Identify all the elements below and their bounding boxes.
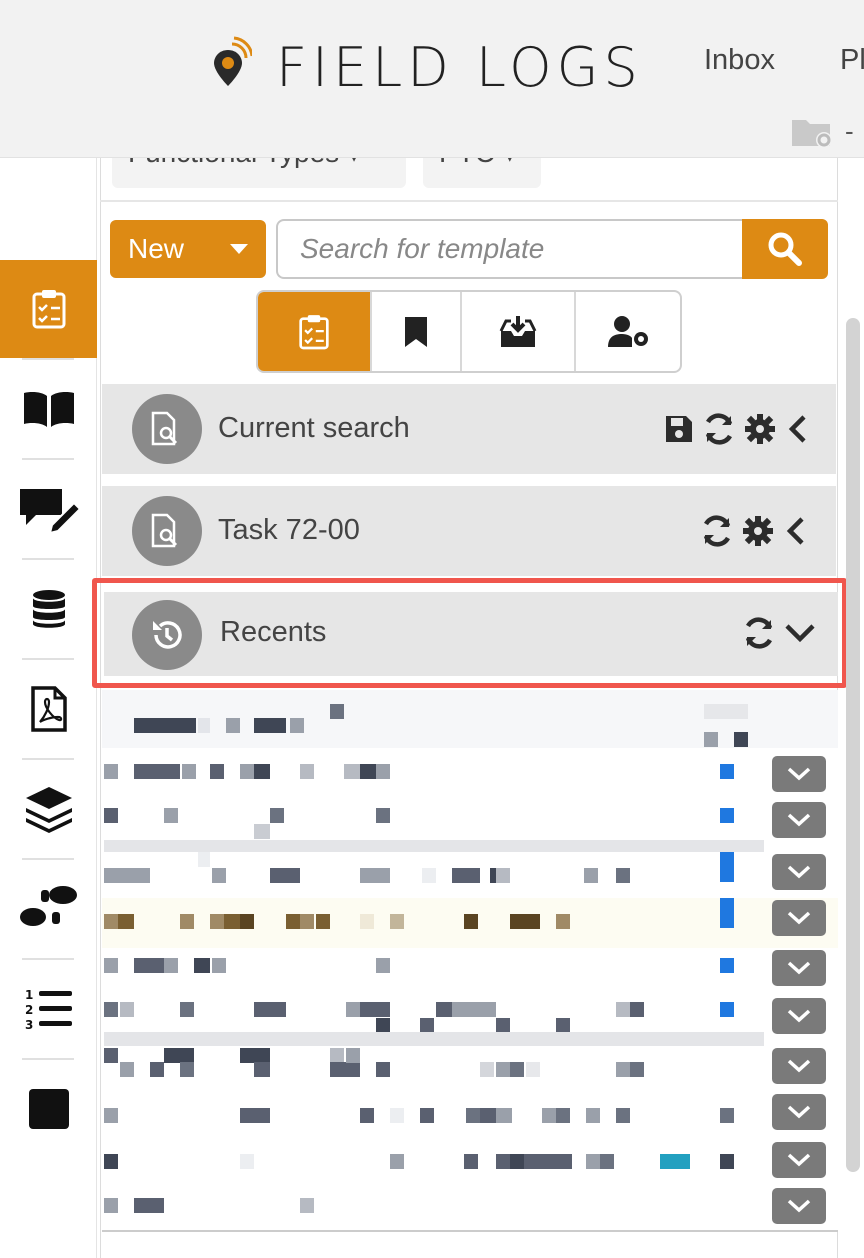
- bookmark-icon: [405, 316, 427, 347]
- app-header: FIELD LOGS Inbox Pl -: [0, 0, 864, 158]
- pdf-file-icon: [30, 686, 67, 732]
- svg-text:2: 2: [25, 1003, 33, 1017]
- new-button[interactable]: New: [110, 220, 266, 278]
- comment-edit-icon: [19, 489, 80, 533]
- row-expand-button[interactable]: [772, 1188, 826, 1224]
- chevron-down-icon: [787, 767, 811, 781]
- table-row[interactable]: [102, 1186, 838, 1230]
- sidebar-item-database[interactable]: [0, 560, 97, 658]
- table-row[interactable]: [102, 754, 838, 800]
- search-icon: [768, 232, 802, 266]
- sidebar-item-layers[interactable]: [0, 760, 97, 858]
- inbox-download-icon: [499, 315, 537, 347]
- section-task-72-00[interactable]: Task 72-00: [102, 486, 836, 576]
- nav-overflow-link[interactable]: Pl: [840, 44, 864, 77]
- chevron-down-icon: [787, 813, 811, 827]
- view-tab-bookmarks[interactable]: [372, 292, 462, 371]
- row-expand-button[interactable]: [772, 1142, 826, 1178]
- sidebar-item-ordered-list[interactable]: 1 2 3: [0, 960, 97, 1058]
- sidebar-item-steps[interactable]: [0, 860, 97, 958]
- book-icon: [23, 392, 74, 427]
- user-gear-icon: [608, 315, 648, 347]
- chevron-down-icon: [787, 1009, 811, 1023]
- chevron-down-icon: [787, 1059, 811, 1073]
- chevron-down-icon: [787, 911, 811, 925]
- save-icon[interactable]: [664, 414, 694, 444]
- filter-ptc[interactable]: PTC ▾: [423, 158, 541, 188]
- table-header: [102, 690, 838, 748]
- table-row[interactable]: [102, 1138, 838, 1186]
- svg-text:3: 3: [25, 1018, 33, 1031]
- refresh-icon[interactable]: [702, 412, 736, 446]
- view-tab-checklists[interactable]: [258, 292, 372, 371]
- checklist-icon: [299, 314, 329, 349]
- gear-icon[interactable]: [744, 413, 776, 445]
- folder-settings-icon[interactable]: [790, 116, 836, 150]
- row-expand-button[interactable]: [772, 900, 826, 936]
- row-expand-button[interactable]: [772, 950, 826, 986]
- square-icon: [28, 1089, 69, 1129]
- chevron-down-icon: [787, 961, 811, 975]
- sidebar-item-checklists[interactable]: [0, 260, 97, 358]
- chevron-down-icon: [787, 865, 811, 879]
- sidebar-item-square[interactable]: [0, 1060, 97, 1158]
- brand-logo-text: FIELD LOGS: [276, 36, 643, 99]
- table-row[interactable]: [102, 948, 838, 996]
- chevron-left-icon[interactable]: [784, 414, 810, 444]
- row-expand-button[interactable]: [772, 998, 826, 1034]
- footprints-icon: [19, 886, 77, 926]
- filter-chip-label: Functional Types ▾: [128, 158, 361, 168]
- view-toggle-group: [256, 290, 682, 373]
- section-current-search[interactable]: Current search: [102, 384, 836, 474]
- section-label: Task 72-00: [218, 514, 360, 546]
- filter-chip-label: PTC ▾: [439, 158, 517, 168]
- svg-text:1: 1: [25, 988, 33, 1002]
- sidebar-item-library[interactable]: [0, 360, 97, 458]
- chevron-down-icon: [787, 1153, 811, 1167]
- ordered-list-icon: 1 2 3: [25, 988, 72, 1031]
- sidebar-item-comments[interactable]: [0, 460, 97, 558]
- view-tab-user-settings[interactable]: [576, 292, 680, 371]
- row-expand-button[interactable]: [772, 1094, 826, 1130]
- logo-pin-icon: [214, 36, 252, 86]
- gear-icon[interactable]: [742, 515, 774, 547]
- section-tools: [700, 514, 808, 548]
- left-sidebar: 1 2 3: [0, 158, 97, 1258]
- filter-functional-types[interactable]: Functional Types ▾: [112, 158, 406, 188]
- header-dash-text: -: [845, 116, 854, 146]
- caret-down-icon: [230, 244, 248, 254]
- chevron-left-icon[interactable]: [782, 516, 808, 546]
- chevron-down-icon: [787, 1105, 811, 1119]
- highlight-box: [92, 578, 847, 688]
- table-row[interactable]: [102, 898, 838, 948]
- section-tools: [664, 412, 810, 446]
- filters-divider: [100, 200, 838, 202]
- row-expand-button[interactable]: [772, 1048, 826, 1084]
- section-label: Current search: [218, 412, 410, 444]
- table-row[interactable]: [102, 850, 838, 898]
- file-search-icon: [132, 394, 202, 464]
- results-table: [102, 690, 838, 1230]
- search-placeholder: Search for template: [300, 233, 545, 264]
- nav-inbox-link[interactable]: Inbox: [704, 44, 775, 77]
- layers-icon: [25, 787, 72, 833]
- table-bottom-border: [102, 1230, 838, 1232]
- row-expand-button[interactable]: [772, 854, 826, 890]
- sidebar-item-pdf[interactable]: [0, 660, 97, 758]
- row-expand-button[interactable]: [772, 756, 826, 792]
- view-tab-inbox[interactable]: [462, 292, 576, 371]
- search-input[interactable]: Search for template: [276, 219, 746, 279]
- chevron-down-icon: [787, 1199, 811, 1213]
- database-icon: [32, 590, 65, 628]
- file-search-icon: [132, 496, 202, 566]
- table-row[interactable]: [102, 1090, 838, 1138]
- table-row[interactable]: [102, 1044, 838, 1090]
- search-button[interactable]: [742, 219, 828, 279]
- checklist-icon: [32, 290, 65, 329]
- vertical-scrollbar[interactable]: [846, 318, 860, 1172]
- refresh-icon[interactable]: [700, 514, 734, 548]
- row-expand-button[interactable]: [772, 802, 826, 838]
- new-button-label: New: [128, 233, 185, 264]
